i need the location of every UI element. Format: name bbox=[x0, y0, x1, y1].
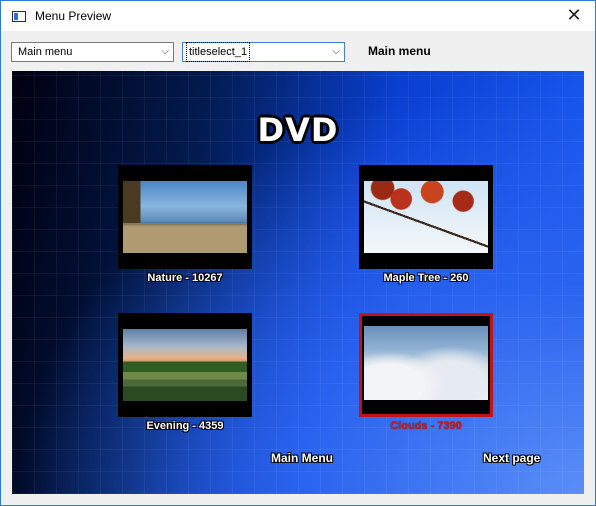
window-title: Menu Preview bbox=[35, 9, 112, 23]
menu-select-value: Main menu bbox=[18, 46, 73, 58]
menu-preview-window: Menu Preview ✕ Main menu ⌵ titleselect_1… bbox=[0, 0, 596, 506]
current-menu-label: Main menu bbox=[368, 44, 431, 58]
beach-cliffs-photo bbox=[123, 181, 247, 253]
red-maple-branch-photo bbox=[364, 181, 488, 253]
title-caption-clouds[interactable]: Clouds - 7390 bbox=[326, 420, 526, 432]
sea-of-clouds-photo bbox=[364, 326, 488, 400]
app-window-icon bbox=[12, 11, 26, 22]
evening-meadow-photo bbox=[123, 329, 247, 401]
title-select-value: titleselect_1 bbox=[185, 42, 251, 62]
title-bar[interactable]: Menu Preview ✕ bbox=[1, 1, 595, 31]
title-caption-maple-tree[interactable]: Maple Tree - 260 bbox=[326, 272, 526, 284]
title-thumbnail-clouds[interactable] bbox=[359, 313, 493, 417]
title-thumbnail-evening[interactable] bbox=[118, 313, 252, 417]
next-page-button[interactable]: Next page bbox=[483, 451, 540, 465]
title-thumbnail-maple-tree[interactable] bbox=[359, 165, 493, 269]
title-caption-nature[interactable]: Nature - 10267 bbox=[85, 272, 285, 284]
title-thumbnail-nature[interactable] bbox=[118, 165, 252, 269]
dvd-menu-preview: DVD Nature - 10267 Maple Tree - 260 Even… bbox=[12, 71, 584, 494]
main-menu-button[interactable]: Main Menu bbox=[271, 451, 333, 465]
menu-select[interactable]: Main menu ⌵ bbox=[11, 42, 174, 62]
title-select[interactable]: titleselect_1 ⌵ bbox=[182, 42, 345, 62]
toolbar: Main menu ⌵ titleselect_1 ⌵ Main menu bbox=[1, 31, 595, 71]
close-button[interactable]: ✕ bbox=[559, 5, 589, 27]
chevron-down-icon: ⌵ bbox=[161, 46, 169, 57]
chevron-down-icon: ⌵ bbox=[332, 46, 340, 57]
dvd-logo: DVD bbox=[257, 111, 339, 149]
title-caption-evening[interactable]: Evening - 4359 bbox=[85, 420, 285, 432]
